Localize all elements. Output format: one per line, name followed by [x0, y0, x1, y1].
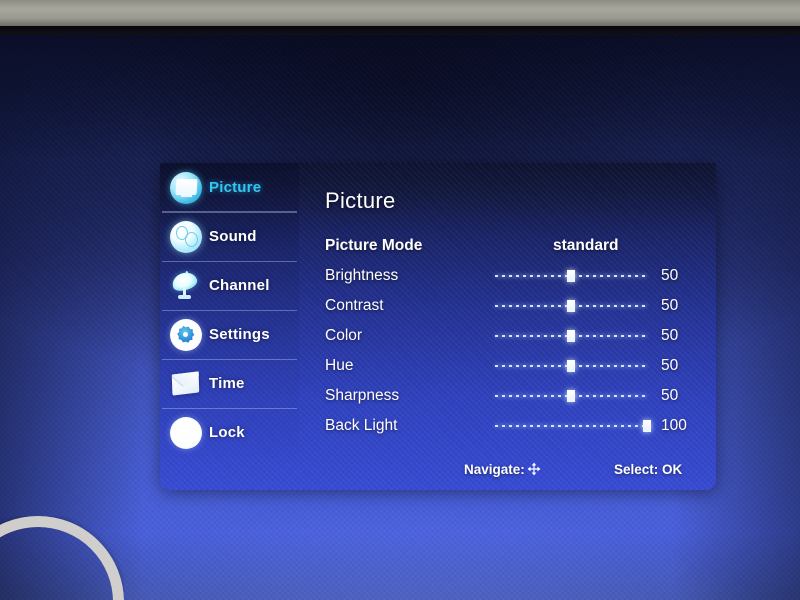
osd-menu-panel: Picture Sound Channel Settings Time Lock… [160, 163, 716, 490]
row-value: 50 [661, 297, 679, 314]
row-hue[interactable]: Hue 50 [325, 351, 716, 381]
row-label: Hue [325, 357, 354, 374]
slider-track [495, 425, 647, 427]
row-value: 50 [661, 387, 679, 404]
dpad-icon [527, 462, 541, 476]
sidebar-item-label: Time [209, 375, 245, 392]
row-value: 50 [661, 267, 679, 284]
slider-knob[interactable] [567, 390, 575, 402]
row-color[interactable]: Color 50 [325, 321, 716, 351]
row-picture-mode[interactable]: Picture Mode standard [325, 231, 716, 261]
sidebar-item-label: Channel [209, 277, 270, 294]
time-icon [168, 366, 204, 402]
sidebar-item-label: Settings [209, 326, 270, 343]
contrast-slider[interactable] [495, 300, 647, 312]
tv-bezel-top [0, 0, 800, 26]
slider-knob[interactable] [567, 330, 575, 342]
sidebar-item-channel[interactable]: Channel [160, 261, 299, 310]
footer-navigate-label: Navigate: [464, 461, 525, 477]
sidebar-item-label: Sound [209, 228, 257, 245]
tv-photo: Picture Sound Channel Settings Time Lock… [0, 0, 800, 600]
settings-icon [168, 317, 204, 353]
sound-icon [168, 219, 204, 255]
sidebar-item-lock[interactable]: Lock [160, 408, 299, 457]
footer-navigate: Navigate: [464, 462, 541, 477]
sidebar-item-sound[interactable]: Sound [160, 212, 299, 261]
footer-select-label: Select: OK [614, 461, 683, 477]
row-value: 50 [661, 357, 679, 374]
row-value: 100 [661, 417, 687, 434]
row-label: Contrast [325, 297, 384, 314]
lock-icon [168, 415, 204, 451]
channel-icon [168, 268, 204, 304]
page-title: Picture [325, 188, 396, 213]
row-brightness[interactable]: Brightness 50 [325, 261, 716, 291]
sidebar-item-label: Lock [209, 424, 245, 441]
slider-knob[interactable] [567, 360, 575, 372]
slider-knob[interactable] [643, 420, 651, 432]
osd-content-pane: Picture Picture Mode standard Brightness… [299, 163, 716, 490]
row-label: Brightness [325, 267, 399, 284]
tv-bezel-edge [0, 26, 800, 35]
sidebar-item-time[interactable]: Time [160, 359, 299, 408]
color-slider[interactable] [495, 330, 647, 342]
back-light-slider[interactable] [495, 420, 651, 432]
hue-slider[interactable] [495, 360, 647, 372]
brightness-slider[interactable] [495, 270, 647, 282]
osd-sidebar: Picture Sound Channel Settings Time Lock [160, 163, 299, 457]
sidebar-item-settings[interactable]: Settings [160, 310, 299, 359]
row-value: 50 [661, 327, 679, 344]
row-sharpness[interactable]: Sharpness 50 [325, 381, 716, 411]
row-label: Back Light [325, 417, 398, 434]
sharpness-slider[interactable] [495, 390, 647, 402]
row-label: Sharpness [325, 387, 400, 404]
settings-list: Picture Mode standard Brightness 50 Cont… [325, 231, 716, 441]
slider-knob[interactable] [567, 270, 575, 282]
picture-mode-value: standard [553, 237, 619, 254]
row-label: Color [325, 327, 363, 344]
row-contrast[interactable]: Contrast 50 [325, 291, 716, 321]
osd-footer: Navigate: Select: OK Back: [299, 448, 716, 490]
slider-knob[interactable] [567, 300, 575, 312]
sidebar-item-label: Picture [209, 179, 262, 196]
row-label: Picture Mode [325, 237, 423, 254]
sidebar-item-picture[interactable]: Picture [160, 163, 299, 212]
row-back-light[interactable]: Back Light 100 [325, 411, 716, 441]
picture-icon [168, 170, 204, 206]
